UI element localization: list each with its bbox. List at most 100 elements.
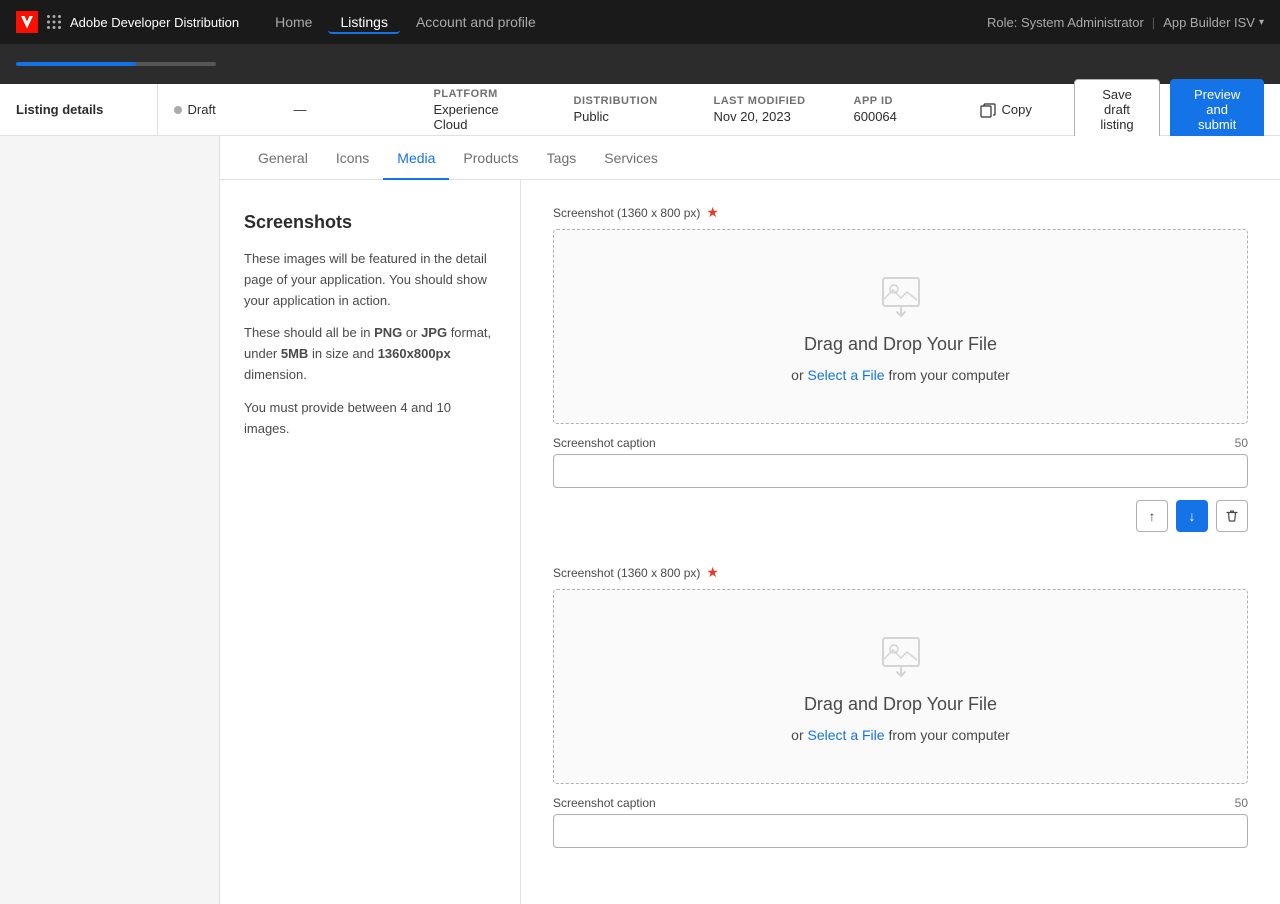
tab-services[interactable]: Services [590,136,672,180]
screenshot-2-label: Screenshot (1360 x 800 px) ★ [553,564,1248,581]
caption-label-2: Screenshot caption [553,796,656,810]
last-modified-value: Nov 20, 2023 [714,109,814,124]
status-bar-actions: Save draft listing Preview and submit [1058,79,1280,140]
copy-icon [980,102,996,118]
top-nav-left: Adobe Developer Distribution Home Listin… [16,10,548,34]
nav-home[interactable]: Home [263,10,324,34]
right-panel: General Icons Media Products Tags Servic… [220,136,1280,904]
select-file-link-1[interactable]: Select a File [808,367,885,383]
drop-zone-2-sub: or Select a File from your computer [791,727,1010,743]
section-desc-3: You must provide between 4 and 10 images… [244,398,496,440]
top-navigation: Adobe Developer Distribution Home Listin… [0,0,1280,44]
progress-track [16,62,216,66]
section-title: Screenshots [244,212,496,233]
role-label: Role: System Administrator [987,15,1144,30]
brand-name: Adobe Developer Distribution [70,15,239,30]
save-draft-button[interactable]: Save draft listing [1074,79,1160,140]
user-menu[interactable]: App Builder ISV ▾ [1163,15,1264,30]
tab-icons[interactable]: Icons [322,136,383,180]
sidebar-listing-details [0,136,219,172]
select-file-link-2[interactable]: Select a File [808,727,885,743]
progress-container [16,62,216,66]
section-desc-2: These should all be in PNG or JPG format… [244,323,496,385]
distribution-col: DISTRIBUTION Public [574,95,674,124]
tab-general[interactable]: General [244,136,322,180]
move-up-button-1[interactable]: ↑ [1136,500,1168,532]
listing-details-label: Listing details [0,84,158,135]
screenshot-1-label: Screenshot (1360 x 800 px) ★ [553,204,1248,221]
delete-button-1[interactable] [1216,500,1248,532]
adobe-logo-icon [16,11,38,33]
dash-value: — [294,102,394,117]
tab-tags[interactable]: Tags [533,136,591,180]
tab-products[interactable]: Products [449,136,532,180]
platform-label: PLATFORM [434,88,534,100]
status-value: Draft [174,102,274,117]
distribution-value: Public [574,109,674,124]
screenshot-block-1: Screenshot (1360 x 800 px) ★ Drag and Dr… [553,204,1248,532]
app-id-value: 600064 [854,109,954,124]
required-star-2: ★ [706,564,719,581]
preview-submit-button[interactable]: Preview and submit [1170,79,1264,140]
main-layout: General Icons Media Products Tags Servic… [0,136,1280,904]
drop-sub-suffix-2: from your computer [885,727,1010,743]
listing-details-text: Listing details [16,102,103,117]
caption-row-2: Screenshot caption 50 [553,796,1248,848]
progress-bar-section [0,44,1280,84]
status-meta: Draft — PLATFORM Experience Cloud DISTRI… [158,88,1058,132]
app-id-text: 600064 [854,109,897,124]
drop-sub-prefix-1: or [791,367,807,383]
dash-text: — [294,102,307,117]
status-text: Draft [188,102,216,117]
nav-account[interactable]: Account and profile [404,10,548,34]
copy-label: Copy [1002,102,1032,117]
top-nav-right: Role: System Administrator | App Builder… [987,15,1264,30]
copy-section: Copy [970,96,1042,124]
grid-icon [46,14,62,30]
drop-zone-1-sub: or Select a File from your computer [791,367,1010,383]
app-id-label: APP ID [854,95,954,107]
drop-zone-1-text: Drag and Drop Your File [804,334,997,355]
caption-count-2: 50 [1235,796,1248,810]
tabs-bar: General Icons Media Products Tags Servic… [220,136,1280,180]
caption-count-1: 50 [1235,436,1248,450]
drop-sub-prefix-2: or [791,727,807,743]
caption-label-row-1: Screenshot caption 50 [553,436,1248,450]
drop-sub-suffix-1: from your computer [885,367,1010,383]
action-buttons-1: ↑ ↓ [553,500,1248,532]
up-arrow-icon-1: ↑ [1149,508,1156,524]
screenshot-2-label-text: Screenshot (1360 x 800 px) [553,566,700,580]
drop-zone-2[interactable]: Drag and Drop Your File or Select a File… [553,589,1248,784]
platform-value: Experience Cloud [434,102,534,132]
status-dot-icon [174,106,182,114]
caption-input-2[interactable] [553,814,1248,848]
sidebar [0,136,220,904]
tab-media[interactable]: Media [383,136,449,180]
copy-button[interactable]: Copy [970,96,1042,124]
upload-icon-1 [875,270,927,322]
nav-listings[interactable]: Listings [328,10,399,34]
required-star-1: ★ [706,204,719,221]
nav-links: Home Listings Account and profile [263,10,548,34]
drop-zone-2-text: Drag and Drop Your File [804,694,997,715]
upload-column: Screenshot (1360 x 800 px) ★ Drag and Dr… [520,180,1280,904]
screenshot-block-2: Screenshot (1360 x 800 px) ★ Drag and Dr… [553,564,1248,848]
screenshot-1-label-text: Screenshot (1360 x 800 px) [553,206,700,220]
chevron-down-icon: ▾ [1259,17,1264,28]
last-modified-label: LAST MODIFIED [714,95,814,107]
last-modified-col: LAST MODIFIED Nov 20, 2023 [714,95,814,124]
status-bar: Listing details Draft — PLATFORM Experie… [0,84,1280,136]
description-column: Screenshots These images will be feature… [220,180,520,904]
content-wrapper: Screenshots These images will be feature… [220,180,1280,904]
caption-input-1[interactable] [553,454,1248,488]
section-desc-1: These images will be featured in the det… [244,249,496,311]
dash-col: — [294,102,394,117]
logo: Adobe Developer Distribution [16,11,239,33]
caption-label-1: Screenshot caption [553,436,656,450]
platform-col: PLATFORM Experience Cloud [434,88,534,132]
caption-row-1: Screenshot caption 50 [553,436,1248,488]
progress-fill [16,62,136,66]
nav-separator: | [1152,15,1155,30]
drop-zone-1[interactable]: Drag and Drop Your File or Select a File… [553,229,1248,424]
move-down-button-1[interactable]: ↓ [1176,500,1208,532]
